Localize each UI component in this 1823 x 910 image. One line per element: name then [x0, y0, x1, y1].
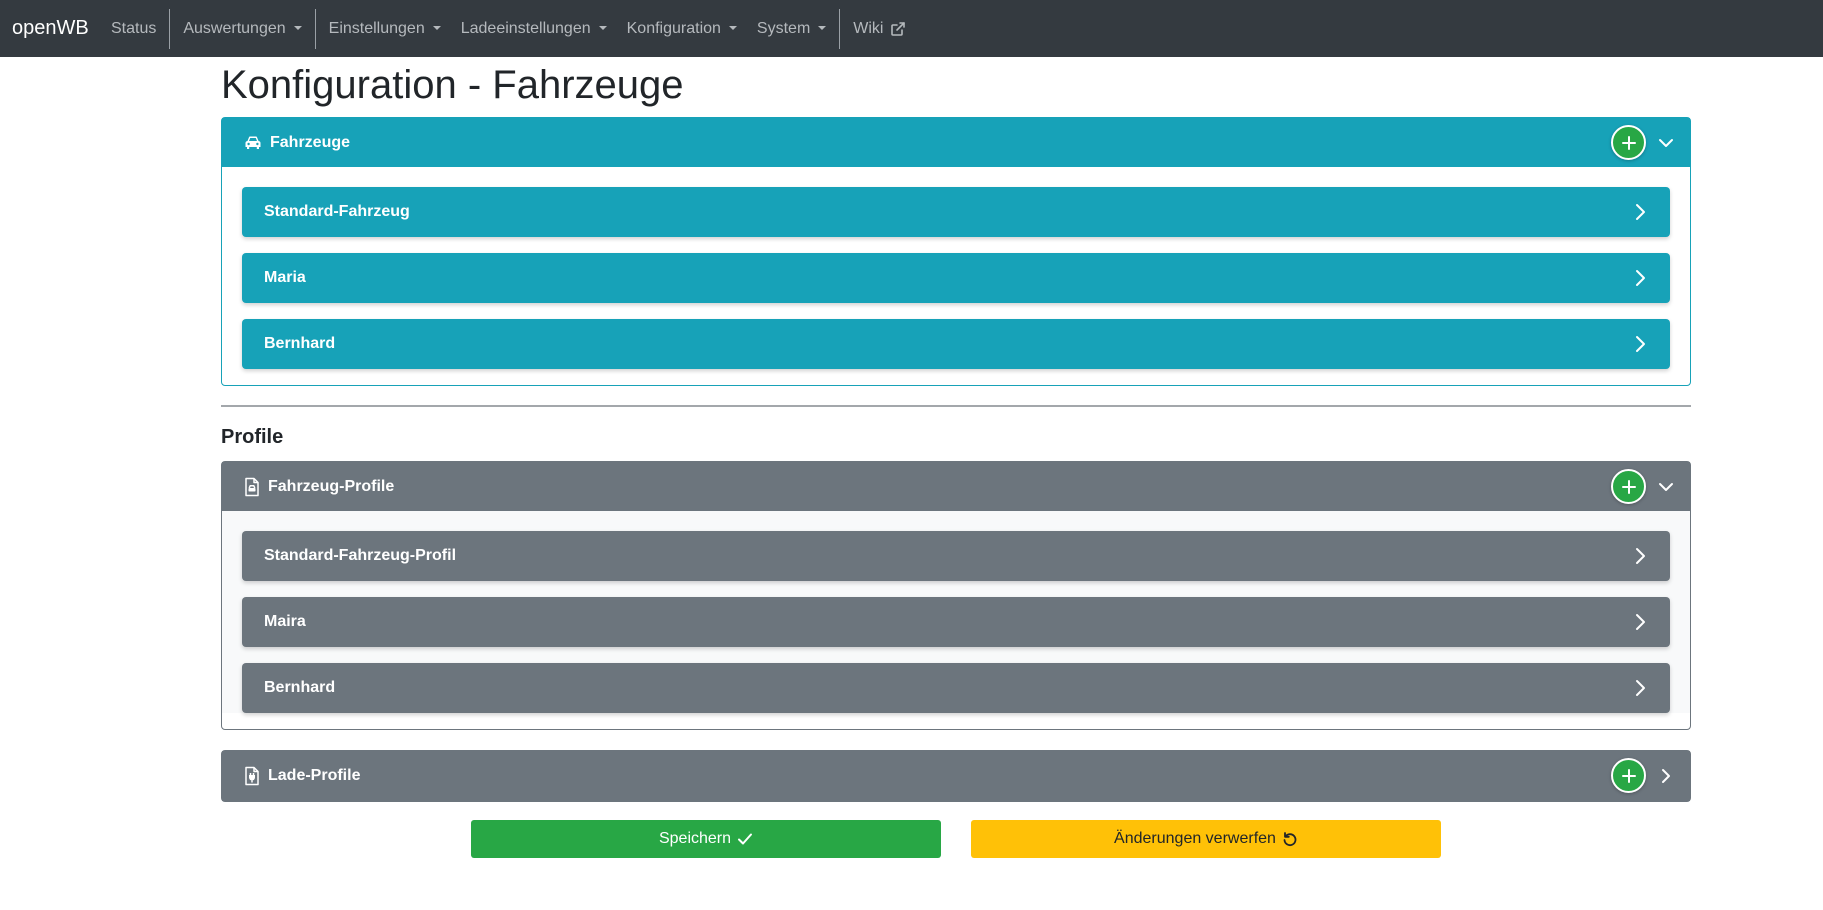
save-button-label: Speichern: [658, 830, 732, 847]
charge-profiles-card-title: Lade-Profile: [268, 767, 361, 784]
nav-status[interactable]: Status: [101, 9, 166, 49]
vehicle-profile-item[interactable]: Standard-Fahrzeug-Profil: [242, 531, 1670, 581]
charge-profiles-card-header[interactable]: Lade-Profile: [222, 751, 1690, 801]
caret-down-icon: [728, 25, 737, 30]
vehicle-item[interactable]: Standard-Fahrzeug: [242, 187, 1670, 237]
vehicle-profile-item-label: Bernhard: [264, 679, 336, 696]
nav-einstellungen-dropdown[interactable]: Einstellungen: [319, 9, 451, 49]
chevron-right-icon: [1630, 202, 1650, 222]
nav-system-dropdown[interactable]: System: [747, 9, 836, 49]
caret-down-icon: [818, 25, 827, 30]
nav-auswertungen-dropdown[interactable]: Auswertungen: [173, 9, 311, 49]
external-link-icon: [890, 21, 906, 37]
collapse-toggle[interactable]: [1656, 133, 1676, 153]
charge-profiles-card: Lade-Profile: [221, 750, 1691, 802]
file-plug-icon: [244, 766, 260, 786]
add-vehicle-profile-button[interactable]: [1611, 469, 1646, 504]
plus-icon: [1621, 479, 1636, 494]
chevron-right-icon: [1630, 334, 1650, 354]
nav-wiki-link[interactable]: Wiki: [843, 9, 916, 49]
add-charge-profile-button[interactable]: [1611, 758, 1646, 793]
nav-wiki-label: Wiki: [853, 19, 884, 37]
vehicle-profile-item-label: Maira: [264, 613, 306, 630]
nav-konfiguration-dropdown[interactable]: Konfiguration: [617, 9, 747, 49]
undo-icon: [1282, 831, 1298, 847]
vehicle-profiles-card-header[interactable]: Fahrzeug-Profile: [222, 462, 1690, 511]
save-button[interactable]: Speichern: [471, 820, 941, 858]
vehicle-profile-item[interactable]: Maira: [242, 597, 1670, 647]
vehicle-item-label: Maria: [264, 269, 306, 286]
nav-divider: [839, 8, 841, 49]
vehicle-profiles-list: Standard-Fahrzeug-Profil Maira Bernhard: [222, 511, 1690, 713]
vehicles-card: Fahrzeuge Standard-Fahrzeug Maria Bernha…: [221, 117, 1691, 386]
chevron-down-icon: [1659, 482, 1673, 491]
nav-system-label: System: [756, 19, 811, 37]
vehicle-profile-item[interactable]: Bernhard: [242, 663, 1670, 713]
vehicle-profiles-card-title: Fahrzeug-Profile: [268, 477, 395, 495]
nav-einstellungen-label: Einstellungen: [328, 19, 425, 37]
add-vehicle-button[interactable]: [1611, 125, 1646, 160]
vehicles-list: Standard-Fahrzeug Maria Bernhard: [222, 167, 1690, 369]
discard-changes-button[interactable]: Änderungen verwerfen: [971, 820, 1441, 858]
chevron-right-icon: [1630, 612, 1650, 632]
chevron-right-icon: [1630, 678, 1650, 698]
top-navbar: openWB Status Auswertungen Einstellungen…: [0, 0, 1823, 57]
vehicles-card-header[interactable]: Fahrzeuge: [222, 118, 1690, 167]
plus-icon: [1621, 768, 1636, 783]
nav-auswertungen-label: Auswertungen: [183, 19, 286, 37]
check-icon: [737, 831, 753, 847]
vehicle-item[interactable]: Bernhard: [242, 319, 1670, 369]
caret-down-icon: [432, 25, 441, 30]
section-divider: [221, 405, 1691, 407]
page-title: Konfiguration - Fahrzeuge: [221, 63, 684, 107]
nav-ladeeinstellungen-dropdown[interactable]: Ladeeinstellungen: [451, 9, 617, 49]
vehicle-item-label: Bernhard: [264, 335, 336, 352]
profiles-section-title: Profile: [221, 426, 284, 448]
nav-ladeeinstellungen-label: Ladeeinstellungen: [460, 19, 591, 37]
nav-divider: [314, 8, 316, 49]
vehicle-profile-item-label: Standard-Fahrzeug-Profil: [264, 547, 457, 564]
discard-button-label: Änderungen verwerfen: [1114, 830, 1276, 847]
nav-divider: [169, 8, 171, 49]
nav-status-label: Status: [111, 19, 157, 37]
expand-toggle[interactable]: [1656, 766, 1676, 786]
caret-down-icon: [598, 25, 607, 30]
vehicle-profiles-card: Fahrzeug-Profile Standard-Fahrzeug-Profi…: [221, 461, 1691, 730]
chevron-right-icon: [1630, 268, 1650, 288]
brand-logo[interactable]: openWB: [0, 17, 101, 40]
chevron-right-icon: [1662, 768, 1670, 783]
vehicle-item[interactable]: Maria: [242, 253, 1670, 303]
chevron-down-icon: [1659, 138, 1673, 147]
file-car-icon: [244, 477, 260, 497]
vehicles-card-title: Fahrzeuge: [270, 133, 351, 151]
nav-konfiguration-label: Konfiguration: [626, 19, 721, 37]
car-icon: [244, 135, 262, 151]
vehicle-item-label: Standard-Fahrzeug: [264, 203, 410, 220]
collapse-toggle[interactable]: [1656, 477, 1676, 497]
caret-down-icon: [293, 25, 302, 30]
chevron-right-icon: [1630, 546, 1650, 566]
plus-icon: [1621, 135, 1636, 150]
